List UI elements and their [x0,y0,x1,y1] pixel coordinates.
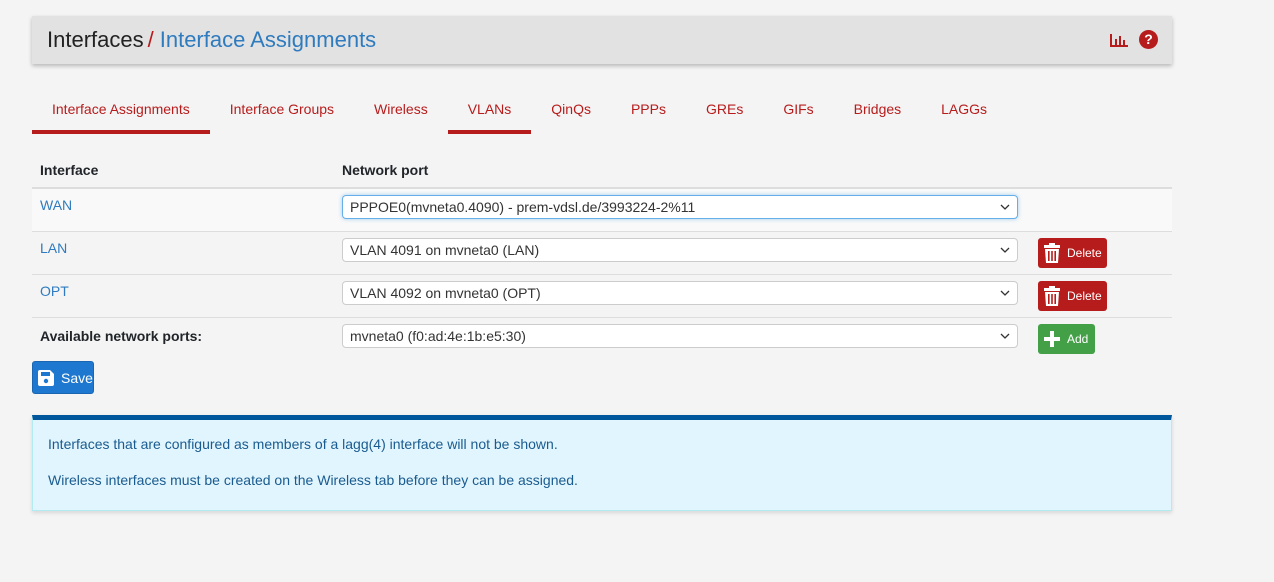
interface-link-opt[interactable]: OPT [40,283,69,299]
save-icon [38,369,54,386]
interface-link-wan[interactable]: WAN [40,197,72,213]
tab-label: Bridges [853,101,902,117]
select-value: VLAN 4092 on mvneta0 (OPT) [350,285,541,301]
tab-label: GREs [705,101,744,117]
plus-icon [1044,331,1060,347]
button-label: Delete [1067,246,1102,260]
tab-label: PPPs [630,101,666,117]
info-text-wireless: Wireless interfaces must be created on t… [48,472,578,488]
help-icon[interactable]: ? [1139,30,1158,49]
tab-wireless[interactable]: Wireless [354,86,448,132]
chevron-down-icon [1000,333,1010,339]
tab-qinqs[interactable]: QinQs [531,86,611,132]
save-button[interactable]: Save [32,361,94,394]
page-header: Interfaces / Interface Assignments ? [32,16,1172,64]
info-panel: Interfaces that are configured as member… [32,415,1172,511]
interface-assignments-table: Interface Network port WAN PPPOE0(mvneta… [32,152,1172,361]
tab-ppps[interactable]: PPPs [611,86,686,132]
tab-label: LAGGs [941,101,988,117]
select-value: VLAN 4091 on mvneta0 (LAN) [350,242,540,258]
chevron-down-icon [1000,290,1010,296]
available-ports-row: Available network ports: mvneta0 (f0:ad:… [32,318,1172,361]
interface-link-lan[interactable]: LAN [40,240,67,256]
add-interface-button[interactable]: Add [1038,324,1095,354]
button-label: Save [61,369,93,386]
table-row: OPT VLAN 4092 on mvneta0 (OPT) Delete [32,275,1172,318]
button-label: Add [1067,332,1089,346]
select-value: PPPOE0(mvneta0.4090) - prem-vdsl.de/3993… [350,199,696,215]
trash-icon [1044,243,1060,263]
tab-label: VLANs [467,101,512,117]
chevron-down-icon [1000,247,1010,253]
network-port-select-lan[interactable]: VLAN 4091 on mvneta0 (LAN) [342,238,1018,262]
tab-label: GIFs [783,101,814,117]
column-header-interface: Interface [40,161,99,178]
info-text-lagg: Interfaces that are configured as member… [48,436,558,452]
chevron-down-icon [1000,204,1010,210]
tab-label: Interface Groups [229,101,335,117]
tab-interface-assignments[interactable]: Interface Assignments [32,86,210,134]
button-label: Delete [1067,289,1102,303]
trash-icon [1044,286,1060,306]
table-header: Interface Network port [32,152,1172,189]
available-ports-label: Available network ports: [40,328,203,344]
breadcrumb-interfaces[interactable]: Interfaces [47,27,144,53]
tab-bar: Interface Assignments Interface Groups W… [32,86,1007,134]
network-port-select-opt[interactable]: VLAN 4092 on mvneta0 (OPT) [342,281,1018,305]
delete-lan-button[interactable]: Delete [1038,238,1107,268]
tab-label: Interface Assignments [52,101,190,117]
network-port-select-wan[interactable]: PPPOE0(mvneta0.4090) - prem-vdsl.de/3993… [342,195,1018,219]
tab-label: Wireless [374,101,428,117]
available-ports-select[interactable]: mvneta0 (f0:ad:4e:1b:e5:30) [342,324,1018,348]
select-value: mvneta0 (f0:ad:4e:1b:e5:30) [350,328,526,344]
column-header-network-port: Network port [342,161,429,178]
tab-gifs[interactable]: GIFs [763,86,833,132]
tab-gres[interactable]: GREs [686,86,763,132]
tab-label: QinQs [551,101,591,117]
chart-icon[interactable] [1109,32,1129,48]
tab-laggs[interactable]: LAGGs [921,86,1007,132]
tab-vlans[interactable]: VLANs [447,86,532,134]
tab-interface-groups[interactable]: Interface Groups [210,86,354,132]
table-row: WAN PPPOE0(mvneta0.4090) - prem-vdsl.de/… [32,189,1172,232]
delete-opt-button[interactable]: Delete [1038,281,1107,311]
breadcrumb-interface-assignments[interactable]: Interface Assignments [160,27,376,53]
breadcrumb-separator: / [147,27,154,52]
tab-bridges[interactable]: Bridges [834,86,921,132]
table-row: LAN VLAN 4091 on mvneta0 (LAN) Delete [32,232,1172,275]
